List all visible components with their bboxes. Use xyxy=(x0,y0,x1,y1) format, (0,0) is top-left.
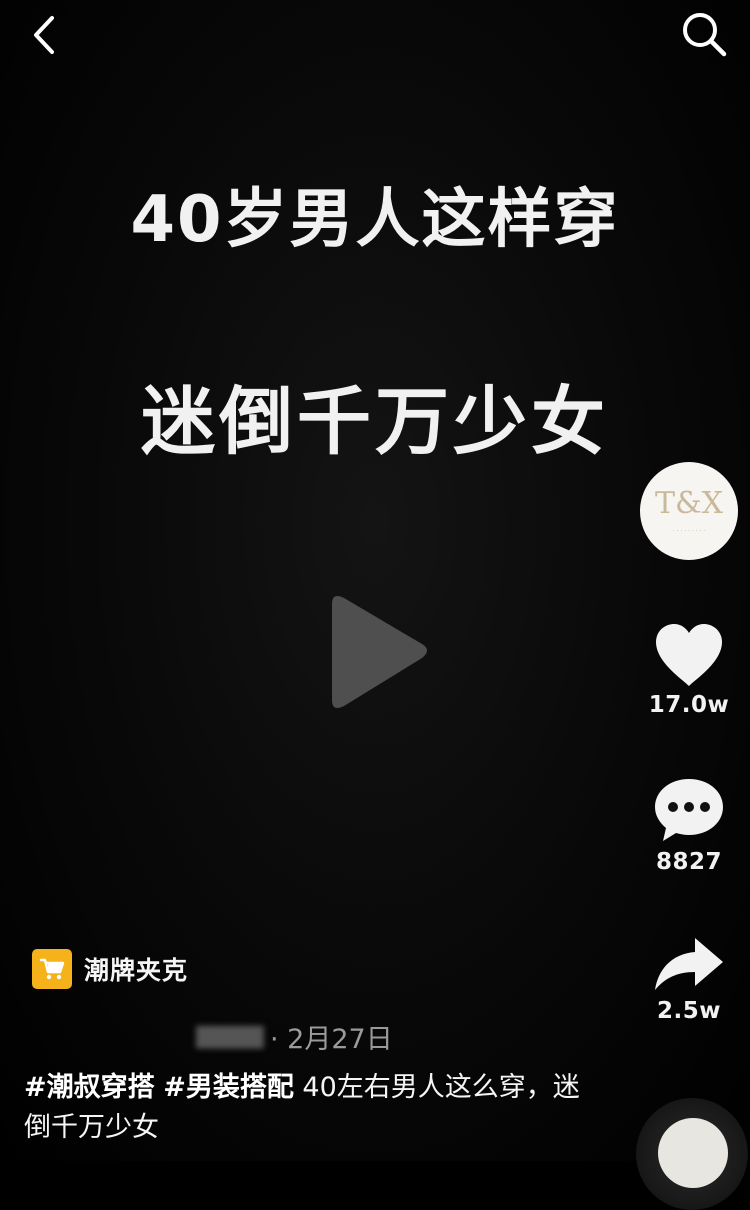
hashtag-link[interactable]: #潮叔穿搭 xyxy=(24,1072,155,1103)
comment-button[interactable]: 8827 xyxy=(634,775,744,875)
search-icon xyxy=(683,13,727,57)
like-count: 17.0w xyxy=(648,692,730,718)
comment-bubble-icon xyxy=(655,779,723,841)
heart-icon xyxy=(656,624,722,686)
avatar-logo-subtext: · · · · · · · · · xyxy=(672,528,706,535)
music-cover xyxy=(658,1118,728,1188)
share-button[interactable]: 2.5w xyxy=(634,934,744,1024)
share-arrow-icon xyxy=(655,938,723,990)
product-link[interactable]: 潮牌夹克 xyxy=(32,948,188,990)
share-count: 2.5w xyxy=(657,998,721,1024)
video-caption: #潮叔穿搭 #男装搭配 40左右男人这么穿，迷倒千万少女 xyxy=(24,1068,584,1148)
like-button[interactable]: 17.0w xyxy=(634,622,744,718)
shopping-cart-icon xyxy=(32,949,72,989)
music-disc[interactable] xyxy=(636,1098,748,1210)
author-name-blurred[interactable]: ▇▇▇▇ xyxy=(196,1024,266,1049)
author-line: ▇▇▇▇ · 2月27日 xyxy=(196,1016,393,1056)
comment-count: 8827 xyxy=(655,849,722,875)
search-button[interactable] xyxy=(678,8,730,60)
play-button[interactable] xyxy=(318,588,434,720)
hashtag-link[interactable]: #男装搭配 xyxy=(163,1072,294,1103)
video-overlay-subtitle: 迷倒千万少女 xyxy=(141,379,609,465)
author-avatar[interactable]: T&X · · · · · · · · · xyxy=(640,462,738,560)
video-overlay-title: 40岁男人这样穿 xyxy=(130,183,620,257)
chevron-left-icon xyxy=(34,16,54,54)
product-label: 潮牌夹克 xyxy=(84,956,189,985)
play-icon xyxy=(332,596,427,708)
back-button[interactable] xyxy=(22,10,72,60)
top-bar xyxy=(0,0,750,70)
post-date: · 2月27日 xyxy=(270,1023,393,1055)
